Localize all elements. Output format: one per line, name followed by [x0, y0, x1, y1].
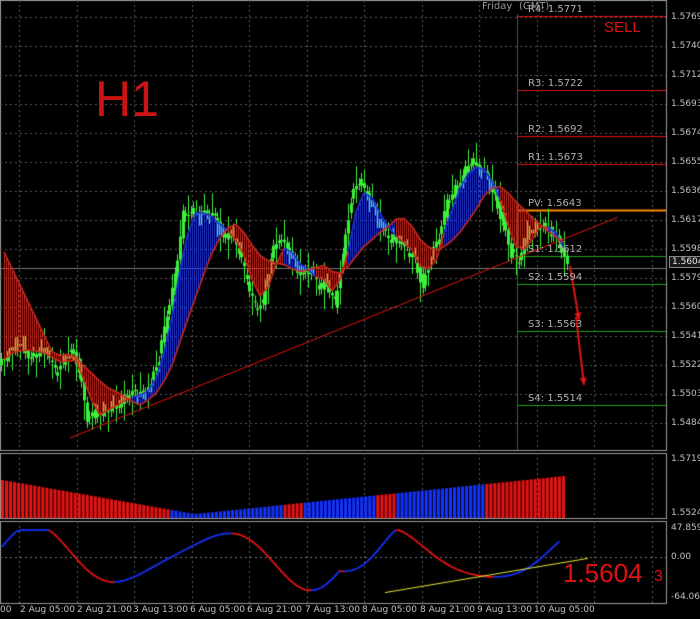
time-axis-tick: 2 Aug 05:00	[20, 605, 75, 615]
price-axis-tick: 1.55410	[671, 331, 700, 341]
pivot-level-label: PV: 1.5643	[528, 197, 582, 209]
big-price-main: 1.5604	[563, 558, 643, 588]
histogram-axis-tick: 1.5719	[671, 454, 700, 464]
day-label: Friday	[482, 1, 513, 12]
current-price-tag: 1.56043	[669, 256, 700, 268]
pivot-level-label: R2: 1.5692	[528, 123, 583, 135]
price-axis-tick: 1.56745	[671, 128, 700, 138]
time-axis-tick: 9 Aug 13:00	[477, 605, 532, 615]
price-axis-tick: 1.55790	[671, 273, 700, 283]
price-axis-tick: 1.57120	[671, 70, 700, 80]
big-price-suffix: 3	[654, 568, 663, 585]
oscillator-axis-tick: 0.00	[671, 552, 692, 563]
price-axis-tick: 1.54840	[671, 418, 700, 428]
time-axis-tick: 10 Aug 05:00	[534, 605, 595, 615]
histogram-axis-tick: 1.5524	[671, 508, 700, 518]
price-axis-tick: 1.56365	[671, 186, 700, 196]
time-axis-tick: 6 Aug 21:00	[247, 605, 302, 615]
time-axis-tick: 3 Aug 13:00	[133, 605, 188, 615]
price-axis-tick: 1.56935	[671, 99, 700, 109]
oscillator-axis-tick: 47.8591	[671, 523, 700, 533]
price-axis-tick: 1.55220	[671, 360, 700, 370]
price-axis-tick: 1.55980	[671, 244, 700, 254]
timeframe-label: H1	[95, 71, 159, 127]
price-axis-tick: 1.56555	[671, 157, 700, 167]
pivot-level-label: R4: 1.5771	[528, 3, 583, 15]
sell-signal-label: SELL	[604, 19, 641, 36]
price-axis-tick: 1.57690	[671, 12, 700, 22]
time-axis-tick: 8 Aug 05:00	[362, 605, 417, 615]
time-axis-tick: 2 Aug 21:00	[77, 605, 132, 615]
time-axis-tick: 8 Aug 21:00	[420, 605, 475, 615]
price-axis-tick: 1.56175	[671, 215, 700, 225]
price-axis-tick: 1.57405	[671, 41, 700, 51]
time-axis-tick: 00	[0, 605, 12, 615]
pivot-level-label: S2: 1.5594	[528, 271, 583, 283]
pivot-level-label: S1: 1.5612	[528, 243, 583, 255]
pivot-level-label: R1: 1.5673	[528, 151, 583, 163]
oscillator-axis-tick: -64.0623	[671, 592, 700, 602]
price-axis-tick: 1.55030	[671, 389, 700, 399]
pivot-level-label: R3: 1.5722	[528, 77, 583, 89]
price-axis-tick: 1.55600	[671, 302, 700, 312]
pivot-level-label: S4: 1.5514	[528, 392, 583, 404]
time-axis-tick: 7 Aug 13:00	[305, 605, 360, 615]
pivot-level-label: S3: 1.5563	[528, 318, 583, 330]
time-axis-tick: 6 Aug 05:00	[190, 605, 245, 615]
